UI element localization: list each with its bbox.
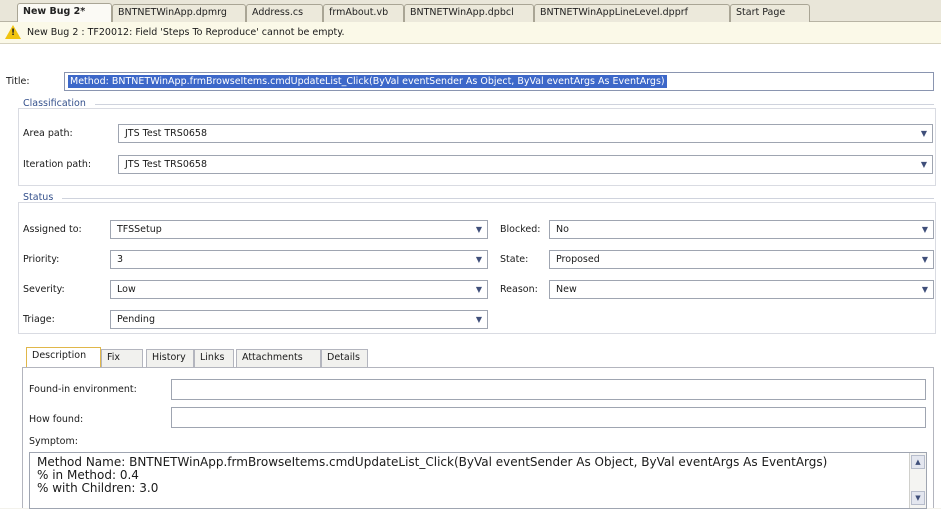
how-found-label: How found:	[29, 414, 84, 425]
tab-new-bug-2[interactable]: New Bug 2*	[17, 3, 112, 23]
symptom-line: % with Children: 3.0	[37, 481, 159, 495]
found-in-environment-label: Found-in environment:	[29, 384, 137, 395]
symptom-textarea[interactable]: Method Name: BNTNETWinApp.frmBrowseItems…	[29, 452, 927, 509]
scroll-up-icon[interactable]: ▲	[911, 455, 925, 469]
classification-group	[18, 108, 936, 186]
tab-attachments[interactable]: Attachments	[236, 349, 321, 367]
tab-fix[interactable]: Fix	[101, 349, 143, 367]
tab-description[interactable]: Description	[26, 347, 101, 368]
tab-bntnetwinapplinelevel-dpprf[interactable]: BNTNETWinAppLineLevel.dpprf	[534, 4, 730, 22]
tab-bntnetwinapp-dpmrg[interactable]: BNTNETWinApp.dpmrg	[112, 4, 246, 22]
how-found-field[interactable]	[171, 407, 926, 428]
title-label: Title:	[6, 76, 30, 87]
description-panel: Found-in environment: How found: Symptom…	[22, 367, 934, 509]
warning-icon: !	[5, 25, 21, 39]
validation-error-message: New Bug 2 : TF20012: Field 'Steps To Rep…	[27, 27, 345, 38]
tab-start-page[interactable]: Start Page	[730, 4, 810, 22]
title-value-selected: Method: BNTNETWinApp.frmBrowseItems.cmdU…	[68, 75, 667, 88]
document-tab-strip: New Bug 2* BNTNETWinApp.dpmrg Address.cs…	[0, 0, 941, 23]
classification-divider	[95, 104, 934, 105]
symptom-line: Method Name: BNTNETWinApp.frmBrowseItems…	[37, 455, 828, 469]
title-field[interactable]: Method: BNTNETWinApp.frmBrowseItems.cmdU…	[64, 72, 934, 91]
symptom-scrollbar[interactable]: ▲ ▼	[909, 453, 926, 508]
scroll-down-icon[interactable]: ▼	[911, 491, 925, 505]
tab-bntnetwinapp-dpbcl[interactable]: BNTNETWinApp.dpbcl	[404, 4, 534, 22]
symptom-label: Symptom:	[29, 436, 78, 447]
status-group	[18, 202, 936, 334]
tab-details[interactable]: Details	[321, 349, 368, 367]
status-divider	[62, 198, 934, 199]
tab-frmabout-vb[interactable]: frmAbout.vb	[323, 4, 404, 22]
tab-links[interactable]: Links	[194, 349, 234, 367]
validation-error-bar: ! New Bug 2 : TF20012: Field 'Steps To R…	[0, 22, 941, 44]
found-in-environment-field[interactable]	[171, 379, 926, 400]
tab-address-cs[interactable]: Address.cs	[246, 4, 323, 22]
symptom-line: % in Method: 0.4	[37, 468, 139, 482]
tab-history[interactable]: History	[146, 349, 194, 367]
